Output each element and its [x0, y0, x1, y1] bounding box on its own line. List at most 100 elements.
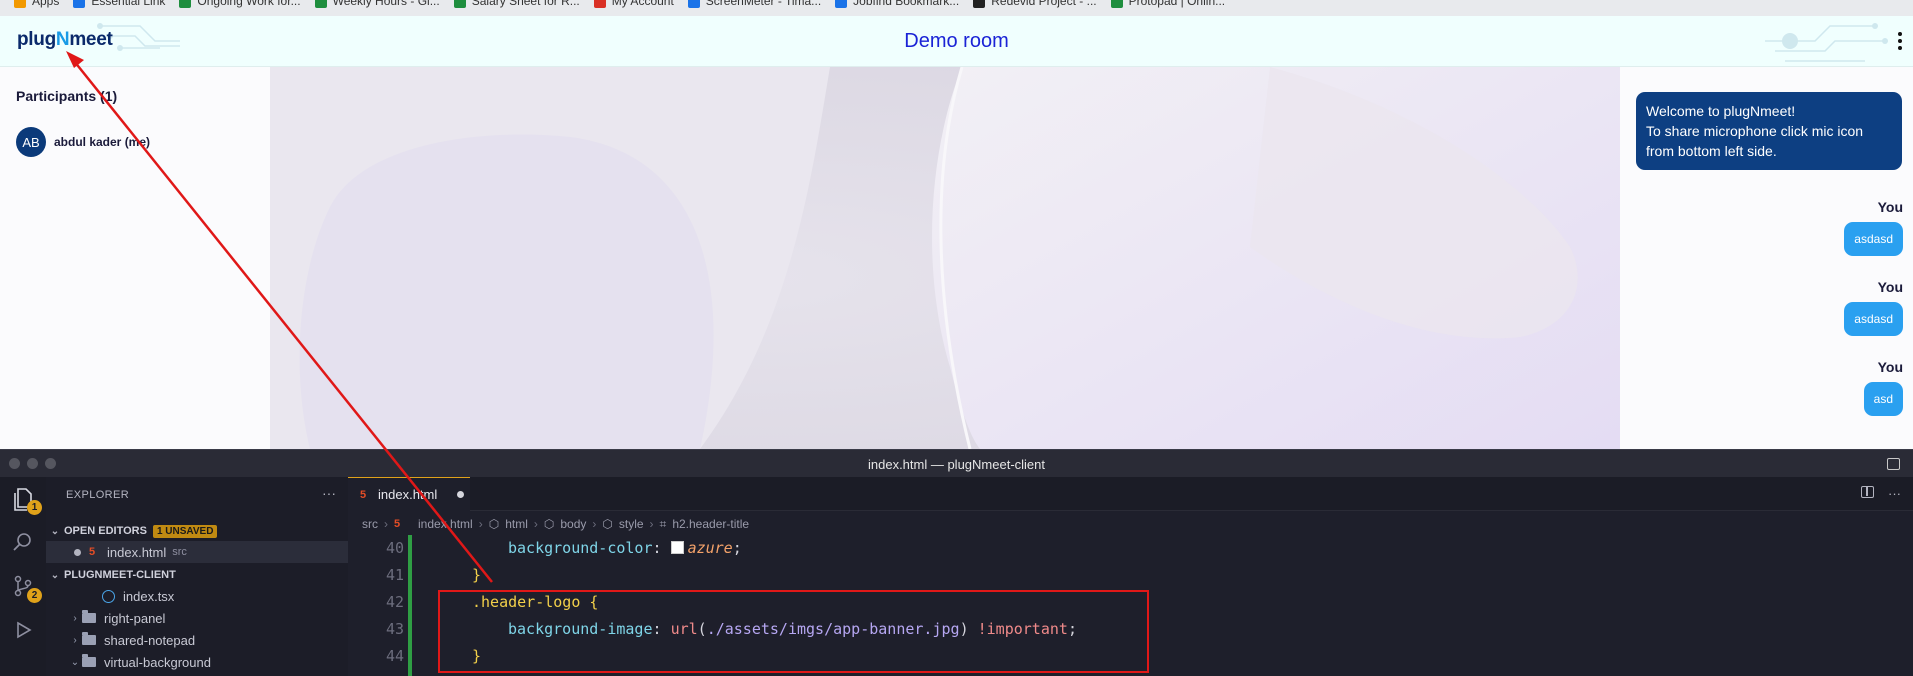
annotation-highlight-box	[438, 590, 1149, 673]
explorer-badge: 1	[27, 500, 42, 515]
bookmark-my-account[interactable]: My Account	[593, 0, 674, 8]
bookmark-favicon-icon	[835, 0, 848, 8]
bookmark-salary-sheet[interactable]: Salary Sheet for R...	[453, 0, 580, 8]
modified-dot-icon	[74, 548, 81, 556]
bookmark-favicon-icon	[687, 0, 700, 8]
breadcrumb-style[interactable]: style	[619, 517, 644, 531]
bookmark-redevid[interactable]: Redevid Project - ...	[973, 0, 1097, 8]
activity-bar: 1 2	[0, 477, 46, 676]
editor-tabs: 5 index.html ···	[348, 477, 1913, 511]
more-actions-icon[interactable]: ···	[322, 485, 336, 501]
breadcrumb-selector[interactable]: h2.header-title	[672, 517, 749, 531]
message-author: You	[1877, 199, 1903, 215]
selector-icon: ⌗	[659, 516, 667, 531]
explorer-title: EXPLORER	[66, 489, 130, 501]
welcome-message: Welcome to plugNmeet! To share microphon…	[1636, 92, 1902, 170]
element-icon: ⬡	[602, 517, 613, 531]
chat-message: asdasd	[1844, 222, 1903, 256]
app-header: plugNmeet Demo room	[0, 16, 1913, 67]
project-section[interactable]: ⌄ PLUGNMEET-CLIENT	[46, 565, 348, 585]
html-file-icon: 5	[394, 518, 401, 530]
line-number: 40	[385, 539, 404, 557]
sheets-icon	[453, 0, 466, 8]
sheets-icon	[179, 0, 192, 8]
bookmarks-bar: Apps Essential Link Ongoing Work for... …	[0, 0, 1913, 16]
source-control-icon[interactable]: 2	[10, 573, 42, 603]
bookmark-protopad[interactable]: Protopad | Onlin...	[1110, 0, 1225, 8]
git-change-indicator	[408, 535, 412, 676]
folder-icon	[82, 610, 96, 623]
explorer-panel: EXPLORER ··· ⌄ OPEN EDITORS 1 UNSAVED 5 …	[46, 477, 348, 676]
unsaved-dot-icon[interactable]	[457, 491, 465, 498]
participant-name: abdul kader (me)	[54, 135, 151, 149]
open-editor-item[interactable]: 5 index.html src	[46, 541, 348, 563]
message-author: You	[1877, 359, 1903, 375]
element-icon: ⬡	[543, 517, 555, 531]
bookmark-favicon-icon	[973, 0, 986, 8]
open-editors-section[interactable]: ⌄ OPEN EDITORS 1 UNSAVED	[46, 521, 348, 541]
run-debug-icon[interactable]	[10, 617, 36, 643]
search-icon[interactable]	[10, 529, 36, 555]
sheets-icon	[314, 0, 327, 8]
main-stage	[270, 67, 1620, 449]
chevron-down-icon: ⌄	[50, 569, 60, 581]
layout-icon[interactable]	[1887, 458, 1900, 470]
chevron-down-icon: ⌄	[70, 656, 80, 668]
room-title: Demo room	[904, 30, 1009, 52]
breadcrumb: src › 5 index.html › ⬡ html › ⬡ body › ⬡ style › …	[362, 516, 750, 532]
folder-icon	[82, 654, 96, 667]
scm-badge: 2	[27, 588, 42, 603]
message-author: You	[1877, 279, 1903, 295]
unsaved-badge: 1 UNSAVED	[152, 524, 218, 538]
window-title: index.html — plugNmeet-client	[867, 457, 1046, 472]
split-editor-icon[interactable]	[1861, 486, 1874, 498]
line-number: 44	[385, 647, 404, 665]
bookmark-apps[interactable]: Apps	[14, 0, 59, 8]
breadcrumb-html[interactable]: html	[505, 517, 528, 531]
explorer-files-icon[interactable]: 1	[10, 485, 42, 515]
tab-index-html[interactable]: 5 index.html	[348, 477, 470, 511]
bookmark-favicon-icon	[1110, 0, 1123, 8]
tree-folder-item[interactable]: › right-panel	[46, 607, 348, 629]
bookmark-favicon-icon	[73, 0, 86, 8]
line-number: 41	[385, 566, 404, 584]
react-file-icon	[102, 589, 115, 603]
bookmark-ongoing-work[interactable]: Ongoing Work for...	[179, 0, 301, 8]
chat-panel: Welcome to plugNmeet! To share microphon…	[1620, 67, 1913, 449]
breadcrumb-src[interactable]: src	[362, 517, 378, 531]
code-line: background-color: azure;	[508, 539, 742, 557]
line-number: 43	[385, 620, 404, 638]
bookmark-screenmeter[interactable]: ScreenMeter - Tima...	[687, 0, 821, 8]
html-file-icon: 5	[89, 546, 96, 558]
apps-grid-icon	[14, 0, 26, 8]
bookmark-jobfind[interactable]: Jobfind Bookmark...	[835, 0, 959, 8]
breadcrumb-file[interactable]: index.html	[418, 517, 473, 531]
tree-folder-item[interactable]: › shared-notepad	[46, 629, 348, 651]
avatar: AB	[16, 127, 46, 157]
bookmark-favicon-icon	[593, 0, 606, 8]
element-icon: ⬡	[488, 517, 500, 531]
folder-icon	[82, 632, 96, 645]
more-options-icon[interactable]	[1897, 32, 1903, 50]
breadcrumb-body[interactable]: body	[560, 517, 586, 531]
tree-file-item[interactable]: index.tsx	[46, 585, 348, 607]
circuit-decoration-right	[1765, 23, 1888, 62]
html-file-icon: 5	[360, 488, 367, 501]
participants-title: Participants (1)	[16, 88, 118, 104]
chat-message: asd	[1863, 382, 1903, 416]
color-swatch-icon[interactable]	[670, 541, 684, 554]
more-actions-icon[interactable]: ···	[1888, 486, 1901, 501]
chevron-right-icon: ›	[73, 634, 77, 646]
line-number: 42	[385, 593, 404, 611]
window-titlebar: index.html — plugNmeet-client	[0, 449, 1913, 477]
chevron-down-icon: ⌄	[50, 525, 60, 537]
bookmark-weekly-hours[interactable]: Weekly Hours - Gi...	[314, 0, 440, 8]
bookmark-essential-link[interactable]: Essential Link	[73, 0, 165, 8]
editor-actions: ···	[1861, 486, 1901, 501]
code-line: }	[472, 566, 482, 584]
participants-panel: Participants (1) AB abdul kader (me)	[0, 67, 270, 449]
tree-folder-item[interactable]: ⌄ virtual-background	[46, 651, 348, 673]
background-art	[270, 67, 1620, 449]
chevron-right-icon: ›	[73, 612, 77, 624]
participant-item[interactable]: AB abdul kader (me)	[16, 127, 150, 157]
